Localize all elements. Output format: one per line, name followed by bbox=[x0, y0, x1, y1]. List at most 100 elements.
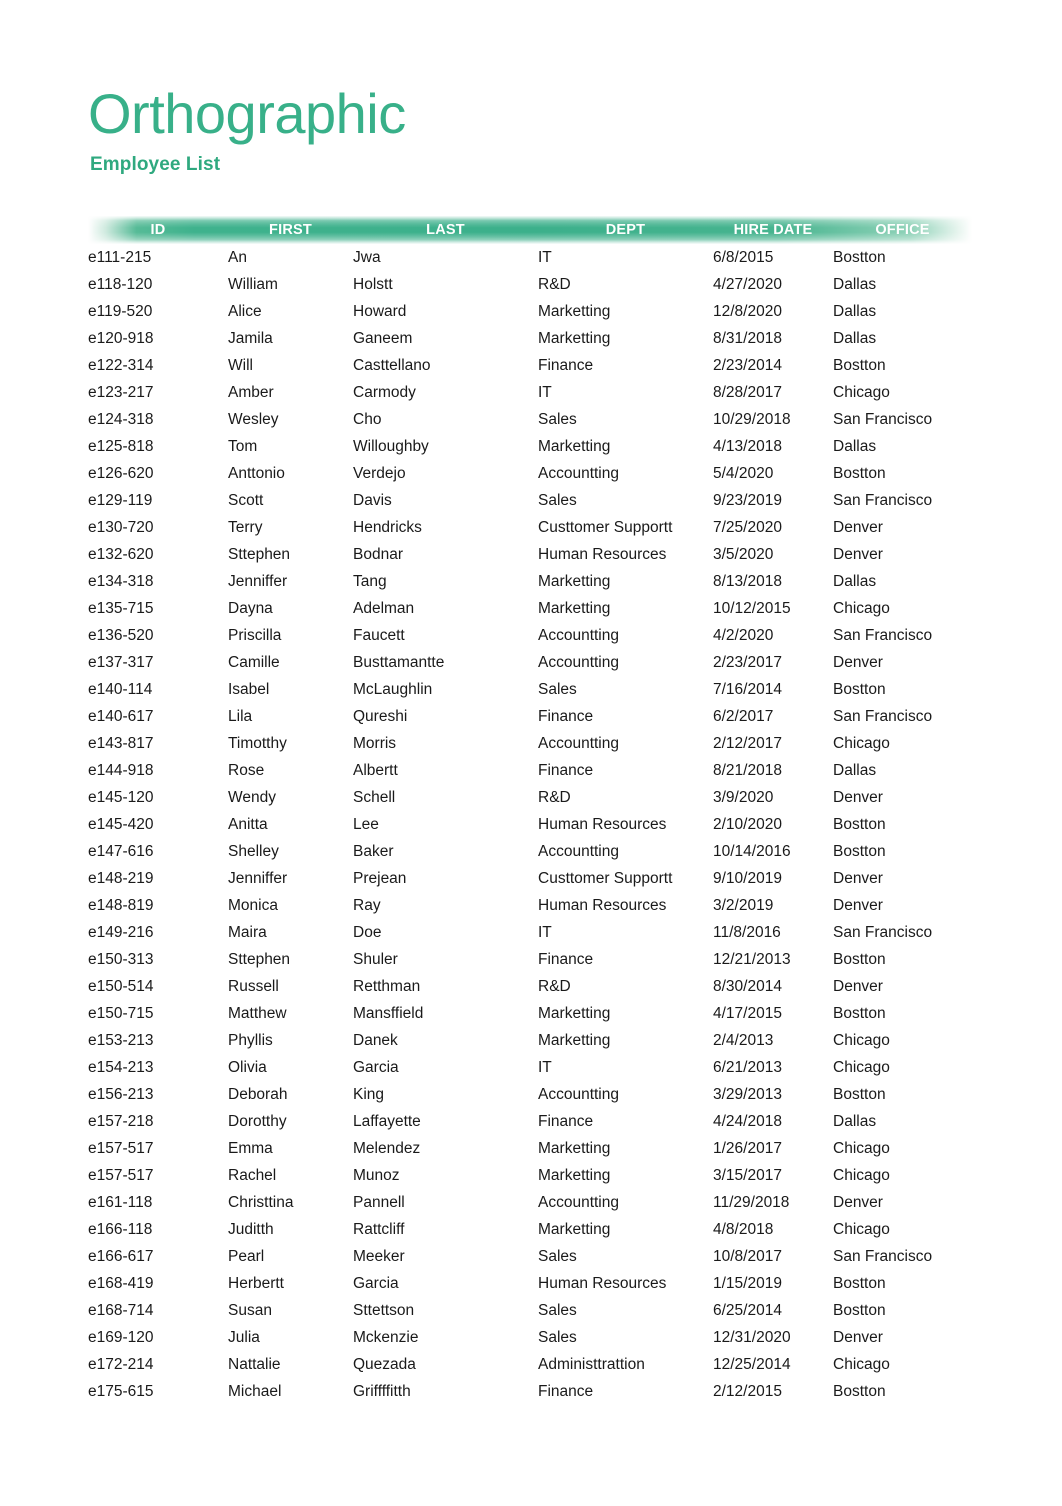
column-header-hire-date[interactable]: HIRE DATE bbox=[713, 216, 833, 244]
cell-office: Bostton bbox=[833, 681, 886, 698]
cell-hire: 2/4/2013 bbox=[713, 1032, 774, 1049]
column-header-office[interactable]: OFFICE bbox=[833, 216, 972, 244]
cell-hire: 4/17/2015 bbox=[713, 1005, 782, 1022]
cell-last: Griffffitth bbox=[353, 1383, 411, 1400]
cell-office: San Francisco bbox=[833, 627, 933, 644]
cell-first: Jamila bbox=[228, 330, 273, 347]
column-header-first[interactable]: FIRST bbox=[228, 216, 353, 244]
cell-dept: Administtrattion bbox=[538, 1356, 645, 1373]
cell-dept: Finance bbox=[538, 762, 594, 779]
employee-table-wrapper: ID FIRST LAST DEPT HIRE DATE OFFICE e111… bbox=[88, 216, 972, 1405]
cell-office: Bostton bbox=[833, 843, 886, 860]
table-row[interactable]: e161-118 Christtina Pannell Accountting 11/2… bbox=[88, 1189, 972, 1216]
cell-last: Baker bbox=[353, 843, 394, 860]
table-row[interactable]: e175-615 Michael Griffffitth Finance 2/12/20… bbox=[88, 1378, 972, 1405]
cell-dept: Marketting bbox=[538, 1032, 611, 1049]
table-row[interactable]: e122-314 Will Casttellano Finance 2/23/2014 B… bbox=[88, 352, 972, 379]
cell-office: Bostton bbox=[833, 465, 886, 482]
table-row[interactable]: e157-517 Emma Melendez Marketting 1/26/2017 C… bbox=[88, 1135, 972, 1162]
table-row[interactable]: e120-918 Jamila Ganeem Marketting 8/31/2018 D… bbox=[88, 325, 972, 352]
cell-last: Casttellano bbox=[353, 357, 431, 374]
cell-first: Terry bbox=[228, 519, 263, 536]
cell-last: Mckenzie bbox=[353, 1329, 419, 1346]
cell-hire: 8/28/2017 bbox=[713, 384, 782, 401]
cell-first: Dorotthy bbox=[228, 1113, 287, 1130]
table-row[interactable]: e166-617 Pearl Meeker Sales 10/8/2017 San Fra… bbox=[88, 1243, 972, 1270]
table-row[interactable]: e129-119 Scott Davis Sales 9/23/2019 San Fran… bbox=[88, 487, 972, 514]
cell-dept: Human Resources bbox=[538, 1275, 667, 1292]
cell-dept: Accountting bbox=[538, 1194, 619, 1211]
table-row[interactable]: e172-214 Nattalie Quezada Administtrattion 1… bbox=[88, 1351, 972, 1378]
cell-last: Qureshi bbox=[353, 708, 408, 725]
cell-first: Maira bbox=[228, 924, 267, 941]
table-row[interactable]: e168-714 Susan Sttettson Sales 6/25/2014 Bost… bbox=[88, 1297, 972, 1324]
table-row[interactable]: e132-620 Sttephen Bodnar Human Resources 3/5… bbox=[88, 541, 972, 568]
cell-dept: Accountting bbox=[538, 735, 619, 752]
table-row[interactable]: e168-419 Herbertt Garcia Human Resources 1/1… bbox=[88, 1270, 972, 1297]
table-row[interactable]: e153-213 Phyllis Danek Marketting 2/4/2013 Ch… bbox=[88, 1027, 972, 1054]
table-row[interactable]: e118-120 William Holstt R&D 4/27/2020 Dallas bbox=[88, 271, 972, 298]
cell-first: Alice bbox=[228, 303, 262, 320]
table-row[interactable]: e148-219 Jenniffer Prejean Custtomer Suppor… bbox=[88, 865, 972, 892]
cell-id: e172-214 bbox=[88, 1356, 154, 1373]
table-row[interactable]: e124-318 Wesley Cho Sales 10/29/2018 San Fran… bbox=[88, 406, 972, 433]
table-row[interactable]: e157-517 Rachel Munoz Marketting 3/15/2017 Ch… bbox=[88, 1162, 972, 1189]
cell-first: Matthew bbox=[228, 1005, 287, 1022]
cell-hire: 2/23/2017 bbox=[713, 654, 782, 671]
cell-last: Morris bbox=[353, 735, 397, 752]
table-row[interactable]: e150-514 Russell Retthman R&D 8/30/2014 Denve… bbox=[88, 973, 972, 1000]
table-row[interactable]: e134-318 Jenniffer Tang Marketting 8/13/2018… bbox=[88, 568, 972, 595]
table-row[interactable]: e154-213 Olivia Garcia IT 6/21/2013 Chicago bbox=[88, 1054, 972, 1081]
table-row[interactable]: e136-520 Priscilla Faucett Accountting 4/2/2… bbox=[88, 622, 972, 649]
table-row[interactable]: e123-217 Amber Carmody IT 8/28/2017 Chicago bbox=[88, 379, 972, 406]
table-row[interactable]: e156-213 Deborah King Accountting 3/29/2013 B… bbox=[88, 1081, 972, 1108]
cell-dept: Marketting bbox=[538, 1167, 611, 1184]
table-row[interactable]: e126-620 Anttonio Verdejo Accountting 5/4/20… bbox=[88, 460, 972, 487]
cell-id: e118-120 bbox=[88, 276, 153, 293]
table-row[interactable]: e140-617 Lila Qureshi Finance 6/2/2017 San Fr… bbox=[88, 703, 972, 730]
table-row[interactable]: e149-216 Maira Doe IT 11/8/2016 San Francisco bbox=[88, 919, 972, 946]
cell-office: Denver bbox=[833, 519, 883, 536]
table-row[interactable]: e144-918 Rose Albertt Finance 8/21/2018 Dalla… bbox=[88, 757, 972, 784]
cell-id: e135-715 bbox=[88, 600, 154, 617]
table-row[interactable]: e150-313 Sttephen Shuler Finance 12/21/2013 B… bbox=[88, 946, 972, 973]
table-row[interactable]: e135-715 Dayna Adelman Marketting 10/12/2015… bbox=[88, 595, 972, 622]
cell-office: Bostton bbox=[833, 1005, 886, 1022]
cell-first: Wendy bbox=[228, 789, 276, 806]
table-row[interactable]: e140-114 Isabel McLaughlin Sales 7/16/2014 Bo… bbox=[88, 676, 972, 703]
table-header-row: ID FIRST LAST DEPT HIRE DATE OFFICE bbox=[88, 216, 972, 244]
cell-hire: 6/25/2014 bbox=[713, 1302, 782, 1319]
table-row[interactable]: e148-819 Monica Ray Human Resources 3/2/2019… bbox=[88, 892, 972, 919]
table-row[interactable]: e119-520 Alice Howard Marketting 12/8/2020 Da… bbox=[88, 298, 972, 325]
cell-first: Camille bbox=[228, 654, 280, 671]
column-header-dept[interactable]: DEPT bbox=[538, 216, 713, 244]
column-header-id[interactable]: ID bbox=[88, 216, 228, 244]
table-row[interactable]: e111-215 An Jwa IT 6/8/2015 Bostton bbox=[88, 244, 972, 271]
cell-office: Dallas bbox=[833, 276, 877, 293]
cell-dept: Finance bbox=[538, 1113, 594, 1130]
table-row[interactable]: e130-720 Terry Hendricks Custtomer Supportt… bbox=[88, 514, 972, 541]
cell-first: Deborah bbox=[228, 1086, 288, 1103]
table-row[interactable]: e150-715 Matthew Mansffield Marketting 4/17/… bbox=[88, 1000, 972, 1027]
table-row[interactable]: e125-818 Tom Willoughby Marketting 4/13/2018… bbox=[88, 433, 972, 460]
table-row[interactable]: e145-420 Anitta Lee Human Resources 2/10/202… bbox=[88, 811, 972, 838]
table-row[interactable]: e143-817 Timotthy Morris Accountting 2/12/20… bbox=[88, 730, 972, 757]
cell-id: e150-313 bbox=[88, 951, 154, 968]
table-row[interactable]: e145-120 Wendy Schell R&D 3/9/2020 Denver bbox=[88, 784, 972, 811]
cell-last: Munoz bbox=[353, 1167, 400, 1184]
table-row[interactable]: e169-120 Julia Mckenzie Sales 12/31/2020 Denv… bbox=[88, 1324, 972, 1351]
cell-office: Chicago bbox=[833, 1059, 890, 1076]
table-header: ID FIRST LAST DEPT HIRE DATE OFFICE bbox=[88, 216, 972, 244]
cell-office: Dallas bbox=[833, 762, 877, 779]
cell-last: Jwa bbox=[353, 249, 381, 266]
employee-table: ID FIRST LAST DEPT HIRE DATE OFFICE e111… bbox=[88, 216, 972, 1405]
cell-first: Michael bbox=[228, 1383, 282, 1400]
table-row[interactable]: e147-616 Shelley Baker Accountting 10/14/201… bbox=[88, 838, 972, 865]
table-row[interactable]: e157-218 Dorotthy Laffayette Finance 4/24/20… bbox=[88, 1108, 972, 1135]
column-header-last[interactable]: LAST bbox=[353, 216, 538, 244]
table-row[interactable]: e166-118 Juditth Rattcliff Marketting 4/8/20… bbox=[88, 1216, 972, 1243]
cell-office: Dallas bbox=[833, 573, 877, 590]
table-row[interactable]: e137-317 Camille Busttamantte Accountting 2/… bbox=[88, 649, 972, 676]
cell-id: e126-620 bbox=[88, 465, 154, 482]
cell-office: Denver bbox=[833, 897, 883, 914]
